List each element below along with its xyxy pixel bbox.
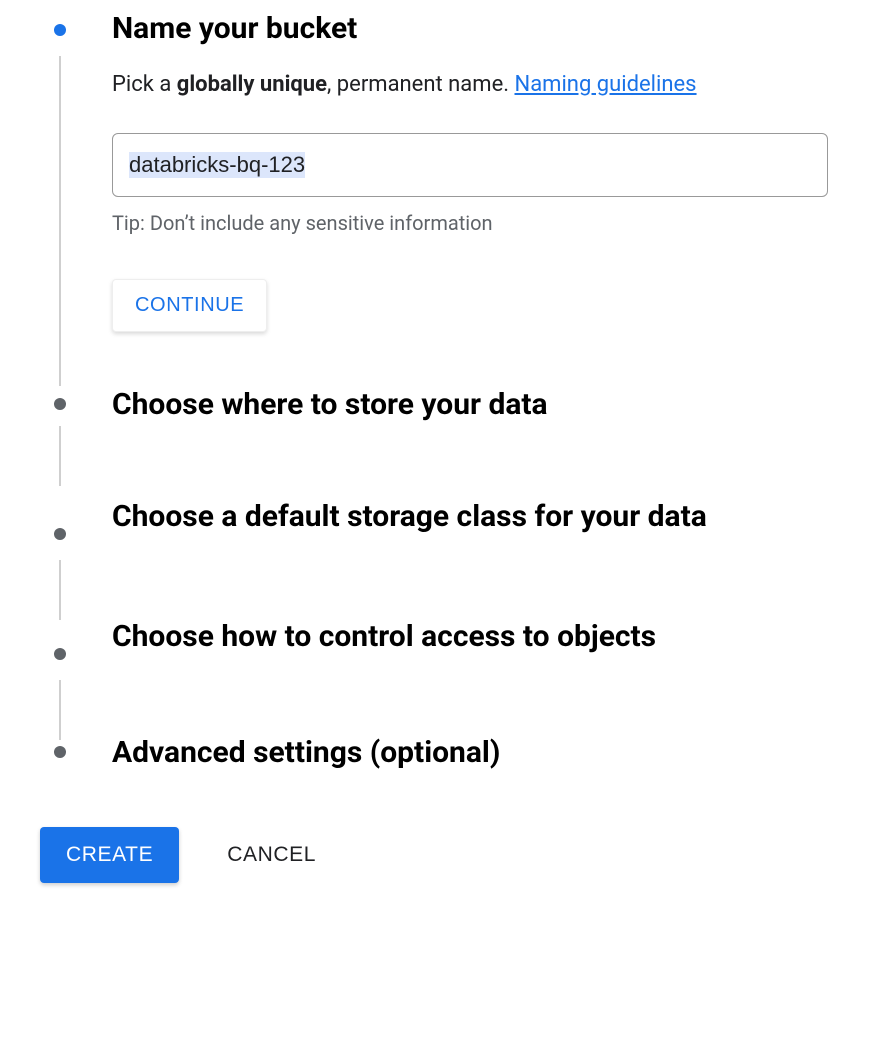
step-bullet-icon <box>54 648 66 660</box>
step-storage-class: Choose a default storage class for your … <box>40 464 834 584</box>
step-title-storage-class[interactable]: Choose a default storage class for your … <box>112 498 834 536</box>
bucket-create-stepper: Name your bucket Pick a globally unique,… <box>40 10 834 783</box>
step-bullet-icon <box>54 746 66 758</box>
step-access: Choose how to control access to objects <box>40 584 834 704</box>
step-connector <box>59 56 61 386</box>
desc-prefix: Pick a <box>112 72 177 97</box>
bucket-name-tip: Tip: Don’t include any sensitive informa… <box>112 211 834 235</box>
step-name-bucket: Name your bucket Pick a globally unique,… <box>40 10 834 386</box>
step-title-access[interactable]: Choose how to control access to objects <box>112 618 834 656</box>
desc-suffix: , permanent name. <box>327 72 514 97</box>
bucket-name-input[interactable] <box>112 133 828 197</box>
desc-bold: globally unique <box>177 72 327 97</box>
step-bullet-icon <box>54 398 66 410</box>
step-advanced: Advanced settings (optional) <box>40 704 834 784</box>
step-location: Choose where to store your data <box>40 386 834 464</box>
cancel-button[interactable]: CANCEL <box>227 843 316 867</box>
step-title-location[interactable]: Choose where to store your data <box>112 386 834 424</box>
continue-button[interactable]: CONTINUE <box>112 279 267 332</box>
create-button[interactable]: CREATE <box>40 827 179 883</box>
naming-guidelines-link[interactable]: Naming guidelines <box>515 72 697 97</box>
step-title-advanced[interactable]: Advanced settings (optional) <box>112 734 834 772</box>
step-description: Pick a globally unique, permanent name. … <box>112 72 834 97</box>
step-title-name[interactable]: Name your bucket <box>112 10 834 48</box>
step-bullet-icon <box>54 528 66 540</box>
step-bullet-icon <box>54 24 66 36</box>
footer-actions: CREATE CANCEL <box>40 827 834 883</box>
